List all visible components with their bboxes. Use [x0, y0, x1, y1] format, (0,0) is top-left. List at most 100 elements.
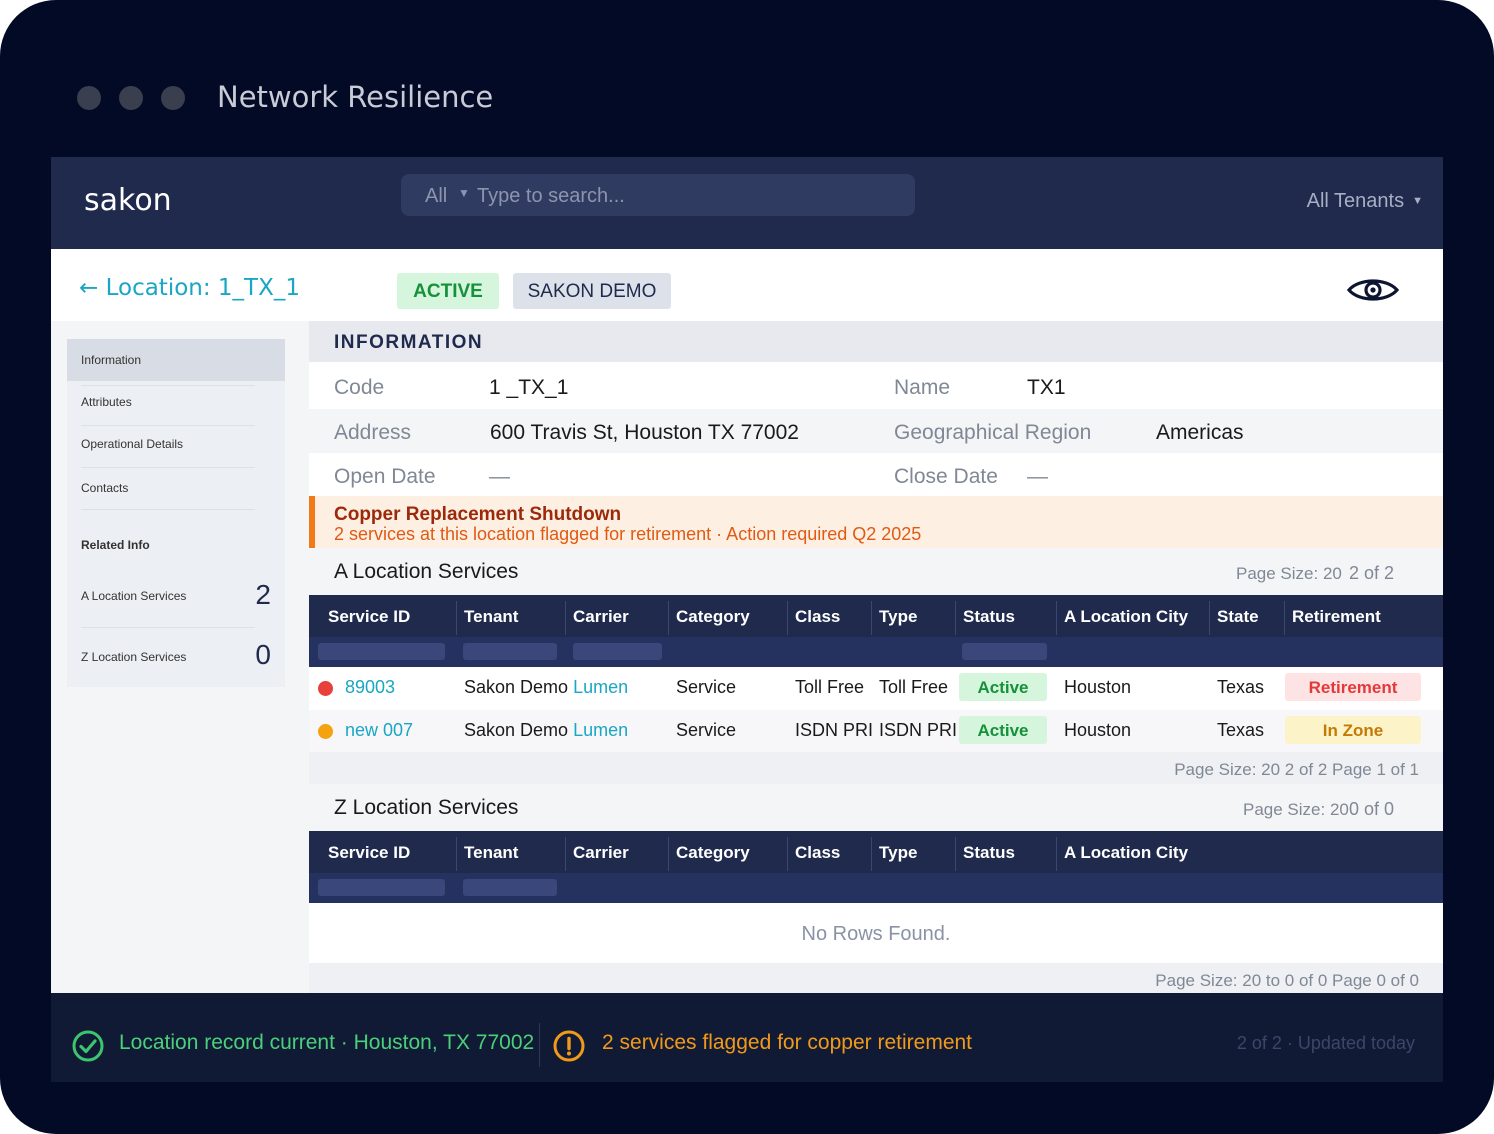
col-divider [668, 837, 669, 871]
class-cell: ISDN PRI [795, 720, 874, 740]
carrier-link[interactable]: Lumen [573, 720, 628, 740]
status-badge: ACTIVE [397, 273, 499, 309]
col-type[interactable]: Type [879, 843, 917, 863]
a-services-header: A Location Services Page Size: 20 2 of 2 [309, 548, 1443, 595]
col-state[interactable]: State [1217, 607, 1259, 627]
col-status[interactable]: Status [963, 607, 1015, 627]
caret-down-icon[interactable]: ▼ [458, 186, 470, 200]
filter-service-id-input[interactable] [318, 879, 445, 896]
col-class[interactable]: Class [795, 843, 840, 863]
status-meta: 2 of 2 · Updated today [1236, 1033, 1415, 1053]
z-location-count: 0 [255, 639, 271, 670]
info-row-address: Address 600 Travis St, Houston TX 77002 … [309, 409, 1443, 453]
col-status[interactable]: Status [963, 843, 1015, 863]
sidebar-item-contacts[interactable]: Contacts [81, 481, 128, 495]
col-retirement[interactable]: Retirement [1292, 607, 1381, 627]
col-divider [565, 837, 566, 871]
filter-carrier-input[interactable] [573, 643, 662, 660]
status-warning-text[interactable]: 2 services flagged for copper retirement [602, 1031, 972, 1055]
col-divider [955, 601, 956, 635]
col-carrier[interactable]: Carrier [573, 607, 629, 627]
brand-logo[interactable]: sakon [84, 183, 172, 218]
eye-icon[interactable] [1347, 275, 1399, 305]
information-heading: INFORMATION [334, 332, 484, 353]
state-cell: Texas [1217, 720, 1265, 740]
z-services-title: Z Location Services [334, 796, 519, 819]
search-placeholder[interactable]: Type to search... [477, 185, 625, 208]
window-minimize-dot[interactable] [119, 86, 143, 110]
address-value: 600 Travis St, Houston TX 77002 [490, 421, 799, 444]
type-cell: Toll Free [879, 677, 949, 697]
divider [81, 385, 255, 386]
col-a-location-city[interactable]: A Location City [1064, 607, 1188, 627]
col-carrier[interactable]: Carrier [573, 843, 629, 863]
z-services-page-size[interactable]: Page Size: 20 [1243, 800, 1349, 820]
tenant-badge: SAKON DEMO [513, 273, 671, 309]
sidebar-item-z-location-services[interactable]: Z Location Services [81, 650, 186, 664]
z-services-table-header: Service ID Tenant Carrier Category Class… [309, 831, 1443, 903]
divider [81, 425, 255, 426]
filter-tenant-input[interactable] [463, 643, 557, 660]
col-divider [871, 601, 872, 635]
name-label: Name [894, 376, 951, 399]
top-bar: sakon All ▼ Type to search... All Tenant… [51, 157, 1443, 249]
a-services-pager-text[interactable]: Page Size: 20 2 of 2 Page 1 of 1 [1174, 760, 1419, 780]
a-services-count: 2 of 2 [1349, 563, 1395, 583]
col-category[interactable]: Category [676, 843, 750, 863]
back-location-link[interactable]: ← Location: 1_TX_1 [79, 275, 300, 301]
divider [81, 509, 255, 510]
divider [81, 467, 255, 468]
a-services-pager: Page Size: 20 2 of 2 Page 1 of 1 [309, 752, 1443, 784]
search-scope[interactable]: All [425, 185, 447, 208]
z-services-pager-text[interactable]: Page Size: 20 to 0 of 0 Page 0 of 0 [1155, 971, 1419, 991]
tenant-select[interactable]: All Tenants ▼ [1307, 190, 1423, 213]
window-maximize-dot[interactable] [161, 86, 185, 110]
col-divider [456, 601, 457, 635]
status-dot [318, 681, 333, 696]
col-category[interactable]: Category [676, 607, 750, 627]
col-type[interactable]: Type [879, 607, 917, 627]
service-id-link[interactable]: 89003 [345, 677, 395, 698]
a-services-filter-row [309, 637, 1443, 667]
sidebar-item-operational-details[interactable]: Operational Details [81, 437, 183, 451]
col-tenant[interactable]: Tenant [464, 607, 518, 627]
filter-service-id-input[interactable] [318, 643, 445, 660]
col-service-id[interactable]: Service ID [328, 607, 410, 627]
tenant-select-label[interactable]: All Tenants [1307, 190, 1404, 212]
window-close-dot[interactable] [77, 86, 101, 110]
search-input[interactable]: All ▼ Type to search... [401, 174, 915, 216]
a-services-page-size[interactable]: Page Size: 20 [1236, 564, 1342, 584]
carrier-link[interactable]: Lumen [573, 677, 628, 697]
app-frame: Network Resilience sakon All ▼ Type to s… [0, 0, 1494, 1134]
status-pill: Active [959, 673, 1047, 701]
sidebar-item-a-location-services[interactable]: A Location Services [81, 589, 186, 603]
filter-status-input[interactable] [962, 643, 1047, 660]
col-divider [456, 837, 457, 871]
close-date-label: Close Date [894, 465, 998, 488]
col-class[interactable]: Class [795, 607, 840, 627]
z-services-filter-row [309, 873, 1443, 903]
col-divider [1284, 601, 1285, 635]
sidebar-item-attributes[interactable]: Attributes [81, 395, 132, 409]
table-row[interactable]: 89003 Sakon Demo Lumen Service Toll Free… [309, 667, 1443, 709]
region-label: Geographical Region [894, 421, 1092, 444]
service-id-link[interactable]: new 007 [345, 720, 413, 741]
col-divider [871, 837, 872, 871]
col-tenant[interactable]: Tenant [464, 843, 518, 863]
main-content: INFORMATION Code 1 _TX_1 Name TX1 Addres… [309, 321, 1443, 993]
col-a-location-city[interactable]: A Location City [1064, 843, 1188, 863]
status-bar: Location record current · Houston, TX 77… [51, 993, 1443, 1082]
filter-tenant-input[interactable] [463, 879, 557, 896]
sidebar-item-information[interactable]: Information [81, 353, 141, 367]
divider [81, 627, 255, 628]
type-cell: ISDN PRI [879, 720, 958, 740]
warning-circle-icon [553, 1030, 585, 1062]
tenant-cell: Sakon Demo Lumen [464, 720, 628, 741]
tenant-name: Sakon Demo [464, 720, 569, 740]
category-cell: Service [676, 720, 737, 740]
category-cell: Service [676, 677, 737, 697]
table-row[interactable]: new 007 Sakon Demo Lumen Service ISDN PR… [309, 710, 1443, 752]
col-service-id[interactable]: Service ID [328, 843, 410, 863]
class-cell: Toll Free [795, 677, 865, 697]
a-location-count: 2 [255, 579, 271, 610]
